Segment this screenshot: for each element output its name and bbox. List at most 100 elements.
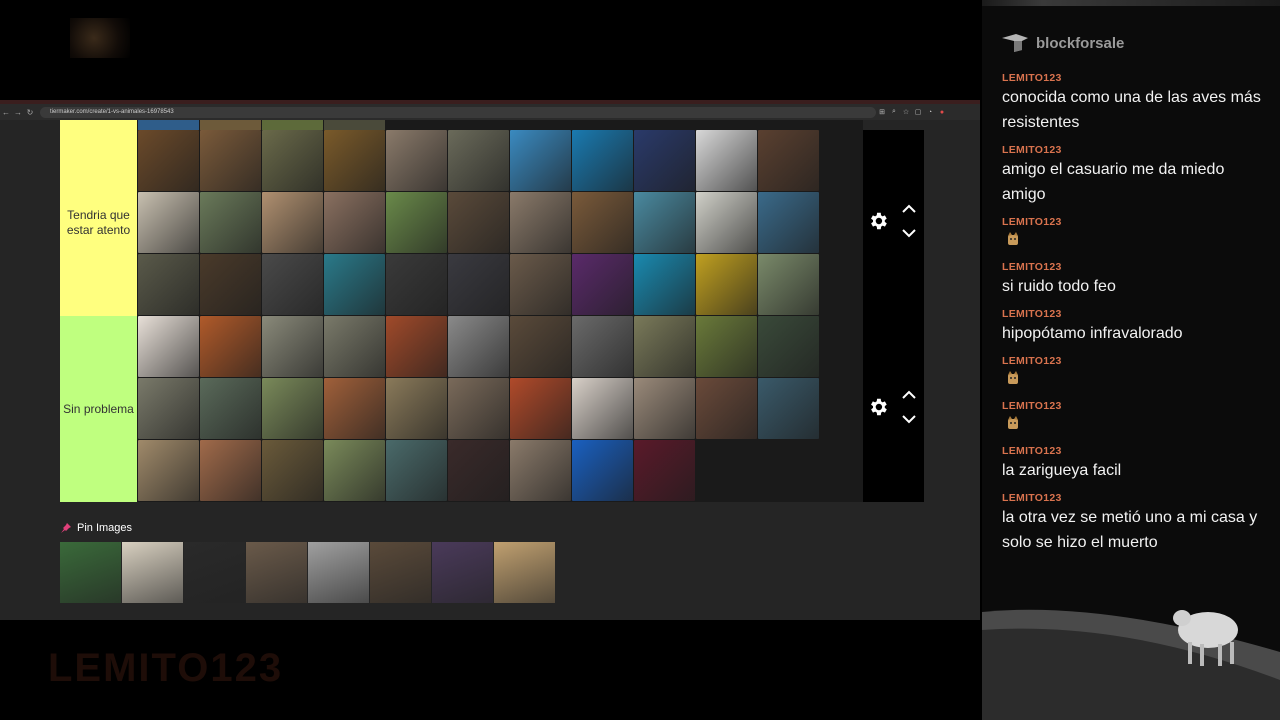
move-up-icon[interactable] bbox=[901, 390, 917, 400]
pinned-image[interactable] bbox=[432, 542, 493, 603]
tier-image[interactable] bbox=[448, 378, 509, 439]
profile-icon[interactable]: ◔ bbox=[924, 109, 936, 116]
zoom-icon[interactable]: ⌕ bbox=[888, 108, 900, 116]
tier-image[interactable] bbox=[448, 192, 509, 253]
back-button[interactable]: ← bbox=[0, 108, 12, 117]
tier-image[interactable] bbox=[448, 254, 509, 315]
tier-image[interactable] bbox=[696, 254, 757, 315]
translate-icon[interactable]: ⊞ bbox=[876, 108, 888, 116]
extensions-icon[interactable]: ▢ bbox=[912, 108, 924, 116]
tier-image[interactable] bbox=[324, 254, 385, 315]
tier-image[interactable] bbox=[510, 440, 571, 501]
tier-image[interactable] bbox=[634, 254, 695, 315]
settings-gear-icon[interactable] bbox=[867, 210, 889, 232]
bookmark-star-icon[interactable]: ☆ bbox=[900, 108, 912, 116]
tier-image[interactable] bbox=[200, 316, 261, 377]
chat-username[interactable]: LEMITO123 bbox=[1002, 144, 1272, 157]
tier-image[interactable] bbox=[572, 130, 633, 191]
pinned-image[interactable] bbox=[184, 542, 245, 603]
tier-image[interactable] bbox=[324, 316, 385, 377]
tier-image[interactable] bbox=[696, 192, 757, 253]
pin-images-toggle[interactable]: Pin Images bbox=[60, 522, 132, 534]
pinned-image[interactable] bbox=[308, 542, 369, 603]
tier-image[interactable] bbox=[262, 120, 323, 130]
chat-username[interactable]: LEMITO123 bbox=[1002, 72, 1272, 85]
tier-image[interactable] bbox=[324, 378, 385, 439]
tier-image[interactable] bbox=[138, 440, 199, 501]
tier-image[interactable] bbox=[572, 316, 633, 377]
chat-username[interactable]: LEMITO123 bbox=[1002, 492, 1272, 505]
tier-label[interactable]: Sin problema bbox=[60, 316, 137, 502]
tier-image[interactable] bbox=[262, 378, 323, 439]
tier-image[interactable] bbox=[324, 192, 385, 253]
move-down-icon[interactable] bbox=[901, 414, 917, 424]
tier-image[interactable] bbox=[510, 192, 571, 253]
tier-image[interactable] bbox=[200, 440, 261, 501]
chat-username[interactable]: LEMITO123 bbox=[1002, 261, 1272, 274]
tier-image[interactable] bbox=[758, 130, 819, 191]
tier-image[interactable] bbox=[262, 254, 323, 315]
pinned-image[interactable] bbox=[122, 542, 183, 603]
reload-button[interactable]: ↻ bbox=[24, 108, 36, 117]
tier-image[interactable] bbox=[324, 120, 385, 130]
tier-image[interactable] bbox=[200, 130, 261, 191]
move-down-icon[interactable] bbox=[901, 228, 917, 238]
pinned-image[interactable] bbox=[246, 542, 307, 603]
tier-image[interactable] bbox=[138, 378, 199, 439]
tier-image[interactable] bbox=[758, 192, 819, 253]
tier-image[interactable] bbox=[510, 254, 571, 315]
tier-image[interactable] bbox=[696, 316, 757, 377]
tier-image[interactable] bbox=[386, 254, 447, 315]
tier-image[interactable] bbox=[200, 120, 261, 130]
tier-image[interactable] bbox=[634, 316, 695, 377]
tier-image[interactable] bbox=[200, 192, 261, 253]
tier-image[interactable] bbox=[510, 316, 571, 377]
move-up-icon[interactable] bbox=[901, 204, 917, 214]
tier-image[interactable] bbox=[262, 130, 323, 191]
tier-image[interactable] bbox=[386, 192, 447, 253]
tier-image[interactable] bbox=[200, 254, 261, 315]
tier-image[interactable] bbox=[262, 316, 323, 377]
tier-image[interactable] bbox=[262, 192, 323, 253]
tier-image[interactable] bbox=[448, 440, 509, 501]
tier-image[interactable] bbox=[634, 130, 695, 191]
settings-gear-icon[interactable] bbox=[867, 396, 889, 418]
tier-image[interactable] bbox=[386, 130, 447, 191]
tier-image[interactable] bbox=[386, 316, 447, 377]
tier-label[interactable]: Tendria que estar atento bbox=[60, 130, 137, 316]
pinned-image[interactable] bbox=[60, 542, 121, 603]
tier-image[interactable] bbox=[510, 378, 571, 439]
tier-image[interactable] bbox=[634, 378, 695, 439]
tier-image[interactable] bbox=[200, 378, 261, 439]
chat-username[interactable]: LEMITO123 bbox=[1002, 445, 1272, 458]
tier-image[interactable] bbox=[138, 120, 199, 130]
tier-image[interactable] bbox=[448, 316, 509, 377]
tier-image[interactable] bbox=[138, 130, 199, 191]
forward-button[interactable]: → bbox=[12, 108, 24, 117]
tier-image[interactable] bbox=[572, 254, 633, 315]
tier-image[interactable] bbox=[262, 440, 323, 501]
tier-image[interactable] bbox=[572, 378, 633, 439]
tier-image[interactable] bbox=[324, 440, 385, 501]
tier-image[interactable] bbox=[138, 254, 199, 315]
chat-username[interactable]: LEMITO123 bbox=[1002, 308, 1272, 321]
tier-image[interactable] bbox=[138, 316, 199, 377]
tier-image[interactable] bbox=[510, 130, 571, 191]
tier-image[interactable] bbox=[634, 192, 695, 253]
tier-image[interactable] bbox=[572, 192, 633, 253]
tier-image[interactable] bbox=[448, 130, 509, 191]
tier-image[interactable] bbox=[696, 130, 757, 191]
tier-image[interactable] bbox=[138, 192, 199, 253]
chat-username[interactable]: LEMITO123 bbox=[1002, 400, 1272, 413]
tier-image[interactable] bbox=[324, 130, 385, 191]
tier-image[interactable] bbox=[758, 378, 819, 439]
tier-image[interactable] bbox=[758, 316, 819, 377]
tier-image[interactable] bbox=[696, 378, 757, 439]
tier-image[interactable] bbox=[386, 440, 447, 501]
tier-image[interactable] bbox=[758, 254, 819, 315]
url-field[interactable]: tiermaker.com/create/1-vs-animales-16978… bbox=[40, 106, 876, 118]
chat-username[interactable]: LEMITO123 bbox=[1002, 355, 1272, 368]
tier-image[interactable] bbox=[386, 378, 447, 439]
chat-username[interactable]: LEMITO123 bbox=[1002, 216, 1272, 229]
pinned-image[interactable] bbox=[370, 542, 431, 603]
